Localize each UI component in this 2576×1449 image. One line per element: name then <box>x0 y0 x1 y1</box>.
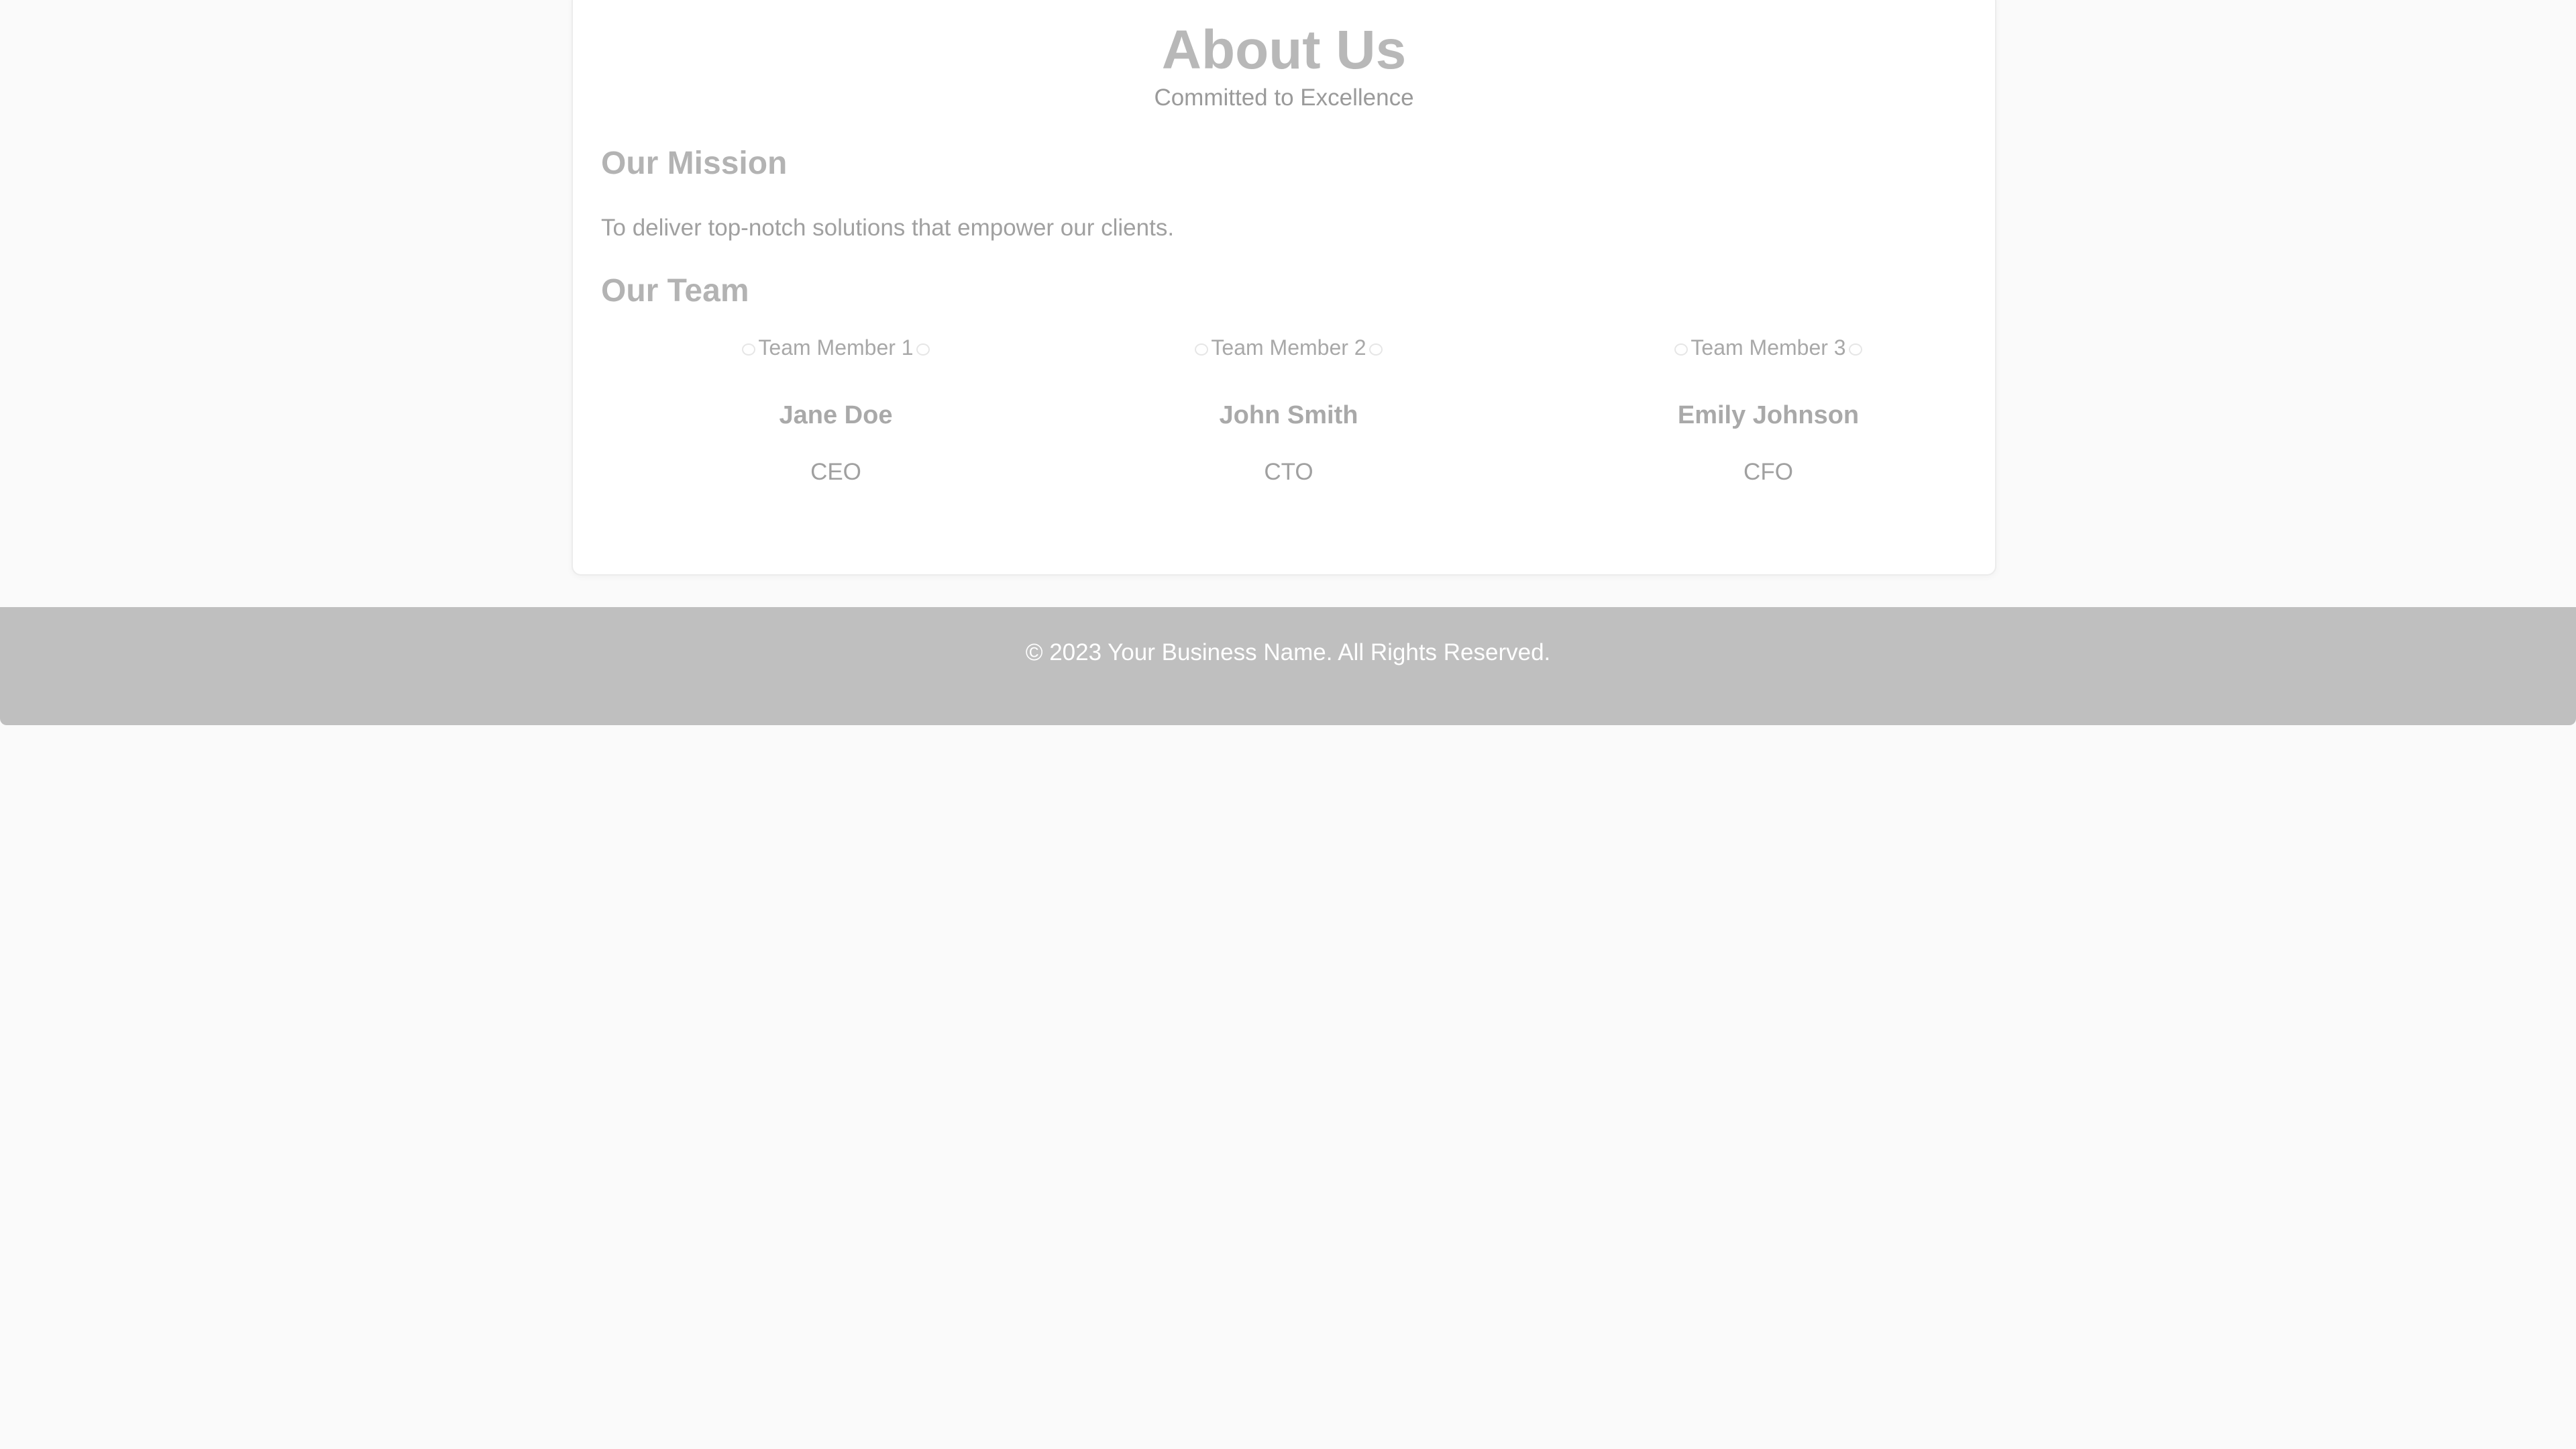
team-member-card: Team Member 1 Jane Doe CEO <box>601 337 1071 484</box>
team-member-role: CTO <box>1264 459 1313 485</box>
page-title: About Us <box>1161 19 1407 80</box>
team-member-role: CFO <box>1743 459 1793 485</box>
footer-copyright: © 2023 Your Business Name. All Rights Re… <box>1025 639 1551 665</box>
page-subtitle: Committed to Excellence <box>1154 85 1414 111</box>
about-card: About Us Committed to Excellence Our Mis… <box>572 0 1996 576</box>
team-member-name: Jane Doe <box>779 401 893 429</box>
mission-heading: Our Mission <box>601 146 788 181</box>
team-member-name: John Smith <box>1219 401 1358 429</box>
team-member-role: CEO <box>810 459 861 485</box>
team-member-photo: Team Member 3 <box>1674 337 1862 358</box>
mission-text: To deliver top-notch solutions that empo… <box>601 215 1175 241</box>
page-footer: © 2023 Your Business Name. All Rights Re… <box>0 607 2576 725</box>
team-member-card: Team Member 3 Emily Johnson CFO <box>1534 337 2003 484</box>
team-member-photo: Team Member 1 <box>742 337 930 358</box>
team-member-card: Team Member 2 John Smith CTO <box>1054 337 1523 484</box>
team-member-photo: Team Member 2 <box>1195 337 1383 358</box>
team-member-name: Emily Johnson <box>1677 401 1860 429</box>
team-heading: Our Team <box>601 273 749 309</box>
